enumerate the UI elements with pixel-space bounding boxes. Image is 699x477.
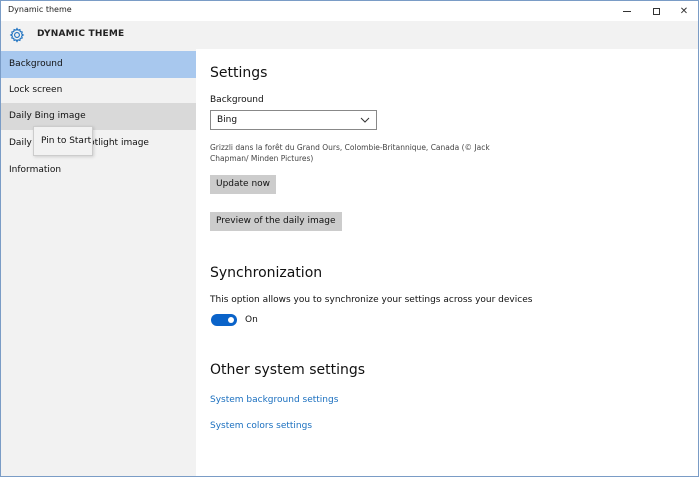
minimize-icon	[623, 11, 631, 12]
app-header: DYNAMIC THEME	[1, 21, 698, 49]
sidebar-item-daily-bing-image[interactable]: Daily Bing image	[1, 103, 196, 130]
gear-icon	[9, 27, 25, 43]
sync-toggle-label: On	[245, 315, 258, 325]
maximize-button[interactable]	[642, 1, 670, 21]
toggle-knob	[228, 317, 234, 323]
settings-heading: Settings	[210, 65, 267, 81]
sidebar-item-lock-screen[interactable]: Lock screen	[1, 77, 196, 104]
sidebar: Background Lock screen Daily Bing image …	[1, 49, 196, 477]
pin-to-start-tooltip[interactable]: Pin to Start	[33, 126, 93, 156]
system-background-settings-link[interactable]: System background settings	[210, 395, 338, 405]
synchronization-heading: Synchronization	[210, 265, 322, 281]
close-icon: ✕	[680, 6, 688, 17]
system-colors-settings-link[interactable]: System colors settings	[210, 421, 312, 431]
minimize-button[interactable]	[613, 1, 641, 21]
sync-description: This option allows you to synchronize yo…	[210, 295, 532, 305]
preview-daily-image-button[interactable]: Preview of the daily image	[210, 212, 342, 231]
background-select[interactable]: Bing	[210, 110, 377, 130]
close-button[interactable]: ✕	[670, 1, 698, 21]
main-content: Settings Background Bing Grizzli dans la…	[196, 49, 698, 477]
chevron-down-icon	[360, 116, 370, 124]
sidebar-item-background[interactable]: Background	[1, 51, 196, 78]
app-window: Dynamic theme ✕ DYNAMIC THEME Background…	[0, 0, 699, 477]
sidebar-item-information[interactable]: Information	[1, 157, 196, 184]
update-now-button[interactable]: Update now	[210, 175, 276, 194]
window-title: Dynamic theme	[8, 5, 72, 14]
sync-toggle[interactable]	[211, 314, 237, 326]
maximize-icon	[653, 8, 660, 15]
other-settings-heading: Other system settings	[210, 362, 365, 378]
app-name: DYNAMIC THEME	[37, 29, 124, 39]
background-select-value: Bing	[217, 115, 237, 125]
title-bar[interactable]: Dynamic theme ✕	[1, 1, 698, 21]
image-caption: Grizzli dans la forêt du Grand Ours, Col…	[210, 142, 520, 164]
background-label: Background	[210, 95, 264, 105]
sidebar-item-daily-spotlight-image[interactable]: Daily Windows Spotlight image	[1, 130, 196, 157]
